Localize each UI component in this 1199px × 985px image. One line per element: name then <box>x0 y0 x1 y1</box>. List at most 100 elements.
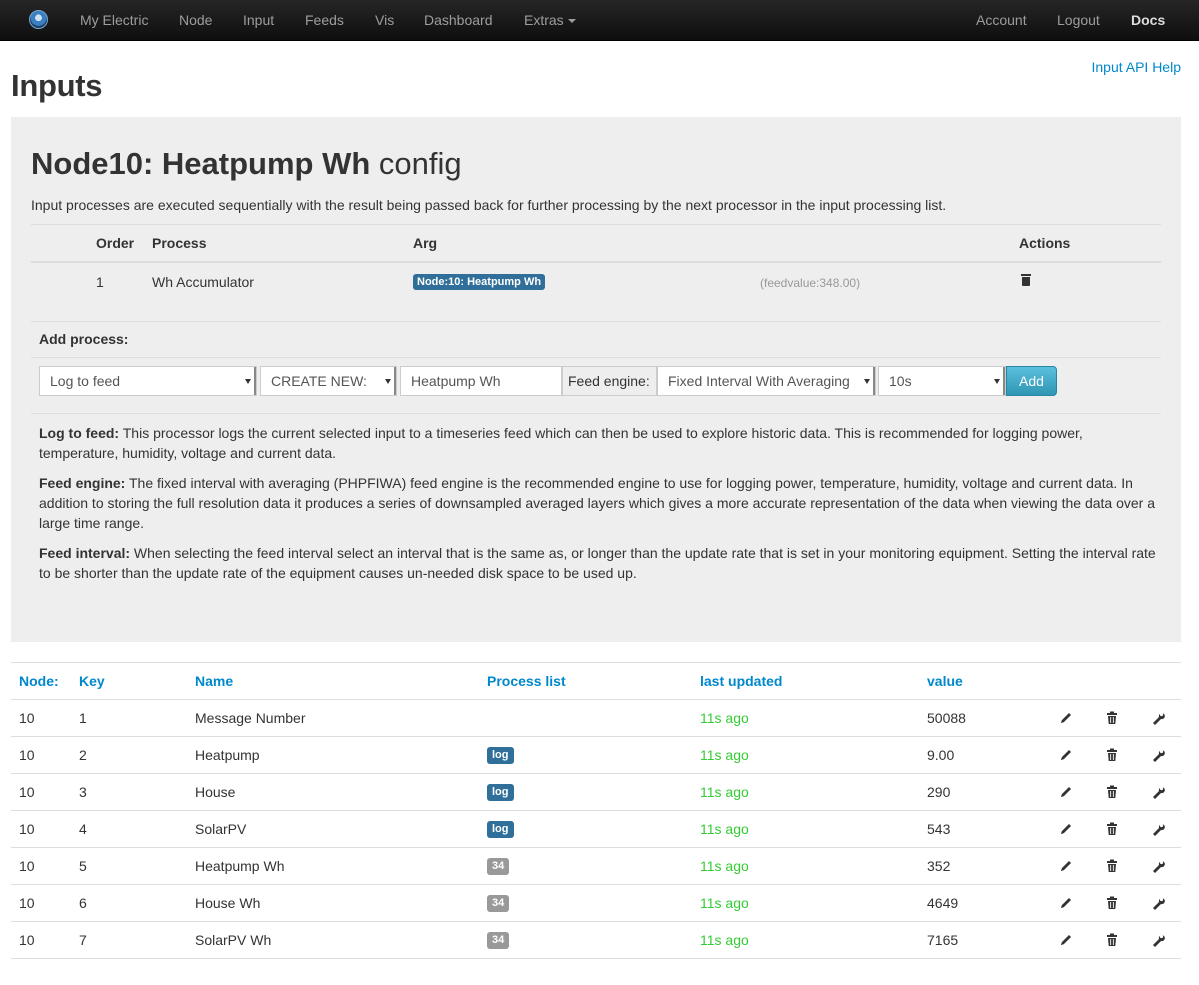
desc-text: The fixed interval with averaging (PHPFI… <box>39 475 1155 531</box>
wrench-icon[interactable] <box>1151 711 1165 725</box>
input-node: 10 <box>19 710 35 726</box>
trash-icon[interactable] <box>1105 711 1119 725</box>
nav-extras[interactable]: Extras <box>524 0 576 40</box>
chevron-down-icon <box>864 379 870 384</box>
trash-icon[interactable] <box>1105 859 1119 873</box>
nav-vis[interactable]: Vis <box>375 0 394 40</box>
add-process-button[interactable]: Add <box>1006 366 1057 396</box>
header-arg: Arg <box>413 235 438 251</box>
table-row: 10 6 House Wh 34 11s ago 4649 <box>11 885 1181 922</box>
header-name[interactable]: Name <box>195 673 233 689</box>
input-key: 7 <box>79 932 87 948</box>
divider <box>31 413 1161 414</box>
table-row: 10 5 Heatpump Wh 34 11s ago 352 <box>11 848 1181 885</box>
pencil-icon[interactable] <box>1059 785 1073 799</box>
input-last-updated: 11s ago <box>700 821 749 837</box>
input-last-updated: 11s ago <box>700 932 749 948</box>
emoncms-logo-icon[interactable] <box>29 10 48 29</box>
process-delete-button[interactable] <box>1021 273 1031 289</box>
table-row: 10 3 House log 11s ago 290 <box>11 774 1181 811</box>
pencil-icon[interactable] <box>1059 711 1073 725</box>
nav-input[interactable]: Input <box>243 0 274 40</box>
process-order: 1 <box>96 274 104 290</box>
pencil-icon[interactable] <box>1059 748 1073 762</box>
header-node[interactable]: Node: <box>19 673 59 689</box>
wrench-icon[interactable] <box>1151 748 1165 762</box>
desc-title: Log to feed: <box>39 425 120 441</box>
pencil-icon[interactable] <box>1059 859 1073 873</box>
pencil-icon[interactable] <box>1059 822 1073 836</box>
trash-icon[interactable] <box>1105 785 1119 799</box>
nav-my-electric[interactable]: My Electric <box>80 0 148 40</box>
input-name: SolarPV Wh <box>195 932 272 948</box>
input-value: 290 <box>927 784 951 800</box>
desc-title: Feed interval: <box>39 545 131 561</box>
feed-interval-value: 10s <box>889 373 912 389</box>
input-name: House <box>195 784 236 800</box>
table-row: 10 2 Heatpump log 11s ago 9.00 <box>11 737 1181 774</box>
chevron-down-icon <box>245 379 251 384</box>
wrench-icon[interactable] <box>1151 822 1165 836</box>
process-list-badge[interactable]: log <box>487 784 514 801</box>
header-process-list[interactable]: Process list <box>487 673 566 689</box>
input-last-updated: 11s ago <box>700 895 749 911</box>
feed-name-input[interactable]: Heatpump Wh <box>400 366 562 396</box>
pencil-icon[interactable] <box>1059 896 1073 910</box>
wrench-icon[interactable] <box>1151 933 1165 947</box>
pencil-icon[interactable] <box>1059 933 1073 947</box>
process-list-badge[interactable]: 34 <box>487 895 510 912</box>
select-scroll-bar <box>394 367 396 395</box>
input-node: 10 <box>19 784 35 800</box>
trash-icon[interactable] <box>1105 748 1119 762</box>
input-key: 3 <box>79 784 87 800</box>
config-title-node: Node10: Heatpump Wh <box>31 146 371 181</box>
page-title: Inputs <box>11 68 103 103</box>
input-value: 352 <box>927 858 951 874</box>
feed-engine-description: Feed engine: The fixed interval with ave… <box>39 473 1159 533</box>
nav-logout[interactable]: Logout <box>1057 0 1100 40</box>
feed-interval-select[interactable]: 10s <box>878 366 1006 396</box>
header-key[interactable]: Key <box>79 673 105 689</box>
desc-text: When selecting the feed interval select … <box>39 545 1156 581</box>
wrench-icon[interactable] <box>1151 785 1165 799</box>
nav-feeds[interactable]: Feeds <box>305 0 344 40</box>
nav-node[interactable]: Node <box>179 0 212 40</box>
trash-icon[interactable] <box>1105 896 1119 910</box>
nav-dashboard[interactable]: Dashboard <box>424 0 493 40</box>
trash-icon[interactable] <box>1105 933 1119 947</box>
process-select-value: Log to feed <box>50 373 121 389</box>
process-list-badge[interactable]: 34 <box>487 932 510 949</box>
header-order: Order <box>96 235 135 251</box>
config-title: Node10: Heatpump Wh config <box>31 146 462 182</box>
process-list-badge[interactable]: 34 <box>487 858 510 875</box>
process-list-badge[interactable]: log <box>487 747 514 764</box>
navbar: My Electric Node Input Feeds Vis Dashboa… <box>0 0 1199 41</box>
add-process-label: Add process: <box>39 331 129 347</box>
input-node: 10 <box>19 821 35 837</box>
feed-mode-select[interactable]: CREATE NEW: <box>260 366 397 396</box>
nav-extras-label: Extras <box>524 12 564 28</box>
wrench-icon[interactable] <box>1151 859 1165 873</box>
header-value[interactable]: value <box>927 673 963 689</box>
input-key: 1 <box>79 710 87 726</box>
table-row: 10 7 SolarPV Wh 34 11s ago 7165 <box>11 922 1181 959</box>
nav-account[interactable]: Account <box>976 0 1027 40</box>
feed-mode-value: CREATE NEW: <box>271 373 367 389</box>
nav-docs[interactable]: Docs <box>1131 0 1165 40</box>
feed-engine-select[interactable]: Fixed Interval With Averaging <box>657 366 876 396</box>
header-last-updated[interactable]: last updated <box>700 673 782 689</box>
chevron-down-icon <box>994 379 1000 384</box>
input-api-help-link[interactable]: Input API Help <box>1091 59 1181 75</box>
input-name: Message Number <box>195 710 306 726</box>
input-key: 2 <box>79 747 87 763</box>
trash-icon[interactable] <box>1105 822 1119 836</box>
feed-interval-description: Feed interval: When selecting the feed i… <box>39 543 1159 583</box>
config-title-suffix: config <box>378 146 462 181</box>
select-scroll-bar <box>873 367 875 395</box>
process-name: Wh Accumulator <box>152 274 254 290</box>
wrench-icon[interactable] <box>1151 896 1165 910</box>
process-list-badge[interactable]: log <box>487 821 514 838</box>
feed-engine-label: Feed engine: <box>562 366 657 396</box>
desc-text: This processor logs the current selected… <box>39 425 1083 461</box>
process-select[interactable]: Log to feed <box>39 366 257 396</box>
